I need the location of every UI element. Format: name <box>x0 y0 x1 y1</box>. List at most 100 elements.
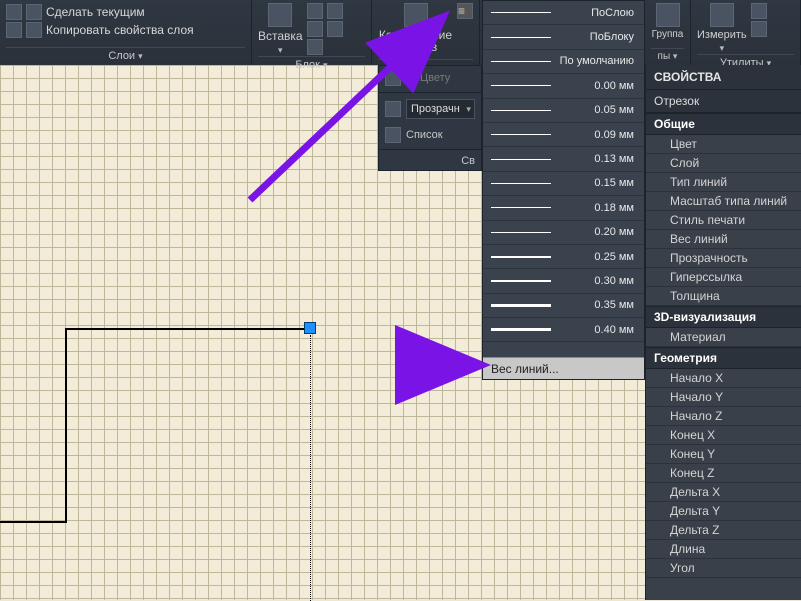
lineweight-item[interactable]: 0.05 мм <box>483 99 644 123</box>
lineweight-sample <box>491 328 551 331</box>
lineweight-more-label: Вес линий... <box>491 362 559 376</box>
properties-row[interactable]: Стиль печати <box>646 211 801 230</box>
layer-copy-props-label: Копировать свойства слоя <box>46 23 194 37</box>
measure-button[interactable]: Измерить ▾ <box>697 3 747 54</box>
lineweight-item[interactable]: 0.13 мм <box>483 147 644 171</box>
lineweight-sample <box>491 232 551 233</box>
util-tool-2[interactable] <box>751 21 767 37</box>
properties-section-header[interactable]: 3D-визуализация <box>646 306 801 328</box>
lineweight-sample <box>491 110 551 111</box>
ribbon-group-utils: Измерить ▾ Утилиты ▾ <box>691 0 801 65</box>
lineweight-label: 0.25 мм <box>559 251 636 263</box>
properties-row[interactable]: Дельта X <box>646 483 801 502</box>
properties-title: СВОЙСТВА <box>646 65 801 90</box>
ribbon-group-layers: Сделать текущим Копировать свойства слоя… <box>0 0 252 65</box>
properties-row[interactable]: Материал <box>646 328 801 347</box>
properties-row[interactable]: Начало Z <box>646 407 801 426</box>
properties-object-type[interactable]: Отрезок <box>646 90 801 113</box>
ribbon-right: Группа пы ▾ Измерить ▾ Утилиты ▾ <box>645 0 801 65</box>
layer-make-current[interactable]: Сделать текущим <box>6 3 245 21</box>
group-button[interactable]: Группа <box>651 3 684 40</box>
lineweight-label: 0.20 мм <box>559 226 636 238</box>
lineweight-label: ПоБлоку <box>559 31 636 43</box>
lineweight-sample <box>491 256 551 258</box>
hamburger-icon[interactable]: ≡ <box>457 3 473 19</box>
properties-row[interactable]: Дельта Z <box>646 521 801 540</box>
properties-row[interactable]: Толщина <box>646 287 801 306</box>
properties-row[interactable]: Конец Z <box>646 464 801 483</box>
group-label: Группа <box>652 29 684 40</box>
lineweight-item[interactable]: 0.35 мм <box>483 294 644 318</box>
lineweight-item[interactable]: 0.40 мм <box>483 318 644 342</box>
lineweight-sample <box>491 61 551 62</box>
util-tool-1[interactable] <box>751 3 767 19</box>
properties-row[interactable]: Длина <box>646 540 801 559</box>
layer-make-current-label: Сделать текущим <box>46 5 145 19</box>
ribbon-group-groups: Группа пы ▾ <box>645 0 691 65</box>
line-dashed[interactable] <box>310 335 311 601</box>
lineweight-item[interactable]: ПоБлоку <box>483 25 644 49</box>
lineweight-label: 0.35 мм <box>559 299 636 311</box>
properties-row[interactable]: Гиперссылка <box>646 268 801 287</box>
ribbon-group-groups-label[interactable]: пы ▾ <box>651 48 684 65</box>
lineweight-label: 0.00 мм <box>559 80 636 92</box>
lineweight-label: ПоСлою <box>559 7 636 19</box>
properties-row[interactable]: Прозрачность <box>646 249 801 268</box>
layer-icon-2 <box>26 4 42 20</box>
lineweight-item[interactable]: 0.00 мм <box>483 74 644 98</box>
properties-row[interactable]: Конец Y <box>646 445 801 464</box>
properties-panel: СВОЙСТВА Отрезок ОбщиеЦветСлойТип линийМ… <box>645 65 801 600</box>
annotation-arrow-1 <box>245 10 455 213</box>
lineweight-label: 0.13 мм <box>559 153 636 165</box>
layer-icon-3 <box>6 22 22 38</box>
properties-row[interactable]: Начало X <box>646 369 801 388</box>
properties-row[interactable]: Тип линий <box>646 173 801 192</box>
selection-grip[interactable] <box>304 322 316 334</box>
lineweight-item[interactable]: 0.30 мм <box>483 269 644 293</box>
measure-label: Измерить <box>697 29 747 41</box>
properties-section-header[interactable]: Общие <box>646 113 801 135</box>
lineweight-label: 0.40 мм <box>559 324 636 336</box>
lineweight-sample <box>491 85 551 86</box>
lineweight-sample <box>491 37 551 38</box>
lineweight-more[interactable]: Вес линий... <box>483 357 644 379</box>
group-icon <box>656 3 680 27</box>
properties-row[interactable]: Конец X <box>646 426 801 445</box>
properties-row[interactable]: Начало Y <box>646 388 801 407</box>
lineweight-label: 0.15 мм <box>559 177 636 189</box>
layer-copy-props[interactable]: Копировать свойства слоя <box>6 21 245 39</box>
properties-row[interactable]: Слой <box>646 154 801 173</box>
lineweight-sample <box>491 207 551 208</box>
lineweight-label: 0.05 мм <box>559 104 636 116</box>
line-segment[interactable] <box>65 328 310 330</box>
lineweight-item[interactable]: 0.25 мм <box>483 245 644 269</box>
lineweight-sample <box>491 134 551 135</box>
properties-section-header[interactable]: Геометрия <box>646 347 801 369</box>
lineweight-item[interactable]: 0.15 мм <box>483 172 644 196</box>
lineweight-list: ПоСлою ПоБлоку По умолчанию 0.00 мм 0.05 мм 0… <box>483 1 644 342</box>
lineweight-item[interactable]: 0.09 мм <box>483 123 644 147</box>
properties-row[interactable]: Цвет <box>646 135 801 154</box>
lineweight-label: 0.18 мм <box>559 202 636 214</box>
lineweight-sample <box>491 280 551 282</box>
lineweight-item[interactable]: 0.20 мм <box>483 221 644 245</box>
lineweight-label: По умолчанию <box>559 55 636 67</box>
chevron-down-icon: ▾ <box>720 43 725 54</box>
line-segment[interactable] <box>0 521 67 523</box>
lineweight-item[interactable]: 0.18 мм <box>483 196 644 220</box>
properties-row[interactable]: Угол <box>646 559 801 578</box>
properties-row[interactable]: Вес линий <box>646 230 801 249</box>
annotation-arrow-2 <box>405 350 485 383</box>
lineweight-label: 0.09 мм <box>559 129 636 141</box>
lineweight-sample <box>491 304 551 307</box>
ruler-icon <box>710 3 734 27</box>
layer-icon-4 <box>26 22 42 38</box>
layer-icon <box>6 4 22 20</box>
lineweight-sample <box>491 183 551 184</box>
lineweight-item[interactable]: По умолчанию <box>483 50 644 74</box>
ribbon-group-layers-label[interactable]: Слои ▾ <box>6 47 245 65</box>
properties-row[interactable]: Дельта Y <box>646 502 801 521</box>
properties-row[interactable]: Масштаб типа линий <box>646 192 801 211</box>
lineweight-item[interactable]: ПоСлою <box>483 1 644 25</box>
line-segment[interactable] <box>65 328 67 523</box>
